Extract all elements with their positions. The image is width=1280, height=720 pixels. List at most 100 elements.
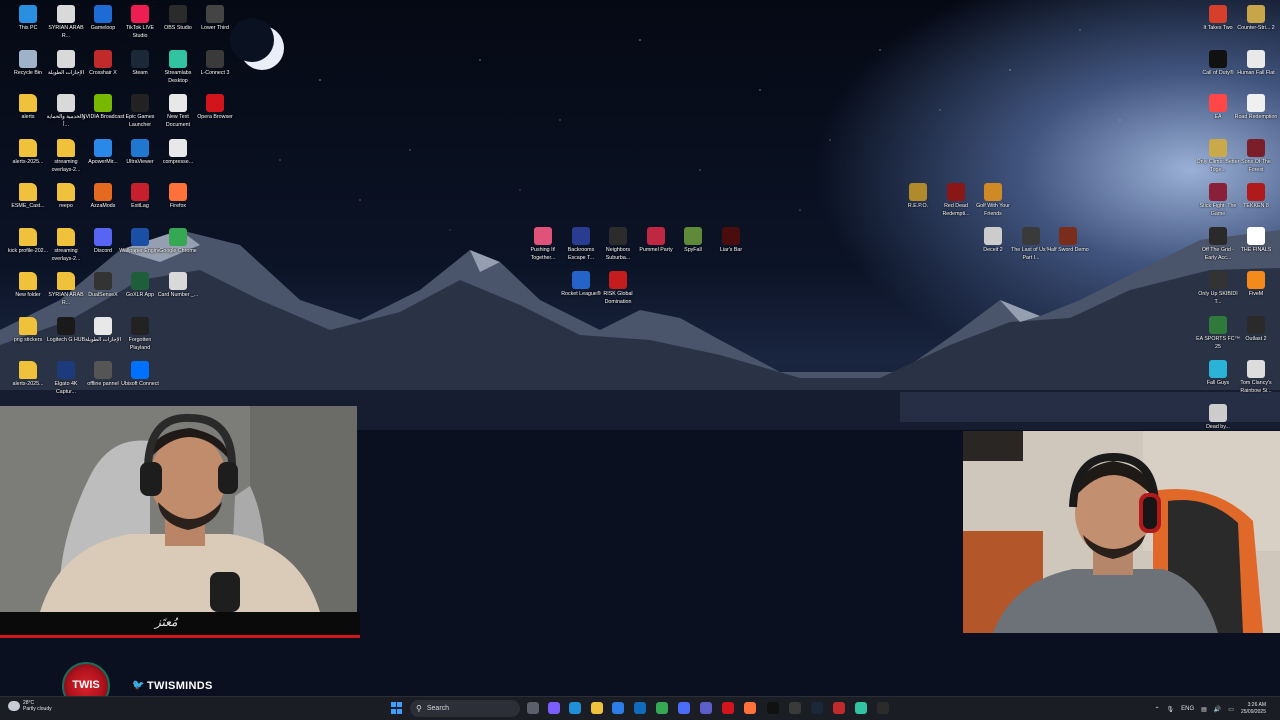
steam-icon[interactable] — [811, 702, 823, 714]
desktop-icon[interactable]: Opera Browser — [195, 94, 235, 122]
crosshair-icon[interactable] — [833, 702, 845, 714]
desktop-icon[interactable]: OBS Studio — [158, 5, 198, 33]
desktop-icon[interactable]: Forgotten Playland — [120, 317, 160, 352]
clock[interactable]: 3:26 AM 25/09/2025 — [1241, 702, 1266, 716]
desktop-icon[interactable]: Steam — [120, 50, 160, 78]
desktop-icon[interactable]: It Takes Two — [1198, 5, 1238, 33]
desktop-icon[interactable]: Red Dead Redempti... — [936, 183, 976, 218]
desktop-icon[interactable]: Outlast 2 — [1236, 316, 1276, 344]
capcut-icon[interactable] — [767, 702, 779, 714]
desktop-icon[interactable]: FiveM — [1236, 271, 1276, 299]
desktop-icon[interactable]: Neighbors Suburba... — [598, 227, 638, 262]
desktop-icon[interactable]: Lower Third — [195, 5, 235, 33]
desktop-icon[interactable]: Human Fall Flat — [1236, 50, 1276, 78]
desktop-icon[interactable]: الإجازات الطويلة — [83, 317, 123, 345]
obs-icon[interactable] — [877, 702, 889, 714]
taskbar-search[interactable]: ⚲ Search — [410, 700, 520, 717]
desktop-icon[interactable]: SYRIAN ARAB R... — [46, 272, 86, 307]
desktop-icon[interactable]: alerts-2025... — [8, 361, 48, 389]
desktop-icon[interactable]: TEKKEN 8 — [1236, 183, 1276, 211]
weather-widget[interactable]: 28°C Partly cloudy — [8, 700, 52, 712]
desktop-icon[interactable]: NVIDIA Broadcast — [82, 94, 124, 122]
desktop-icon[interactable]: New folder — [8, 272, 48, 300]
explorer-icon[interactable] — [591, 702, 603, 714]
desktop-icon[interactable]: This PC — [8, 5, 48, 33]
desktop-icon[interactable]: Sons Of The Forest — [1236, 139, 1276, 174]
battery-icon[interactable]: ▭ — [1228, 706, 1234, 713]
teams-icon[interactable] — [700, 702, 712, 714]
streamlabs-icon[interactable] — [855, 702, 867, 714]
microphone-icon[interactable]: 🎙 — [1167, 706, 1175, 713]
desktop-icon[interactable]: Tom Clancy's Rainbow Si... — [1236, 360, 1276, 395]
desktop-icon[interactable]: Epic Games Launcher — [120, 94, 160, 129]
tray-overflow-chevron-icon[interactable]: ⌃ — [1154, 706, 1159, 713]
desktop-icon[interactable]: streaming overlays-2... — [46, 139, 86, 174]
taskview-icon[interactable] — [527, 702, 539, 714]
desktop-icon[interactable]: streaming overlays-2... — [46, 228, 86, 263]
desktop-icon[interactable]: Call of Duty® — [1198, 50, 1238, 78]
network-icon[interactable]: ▤ — [1201, 706, 1207, 713]
desktop-icon[interactable]: New Text Document — [158, 94, 198, 129]
desktop-icon[interactable]: alerts — [8, 94, 48, 122]
desktop-icon[interactable]: Discord — [83, 228, 123, 256]
desktop-icon[interactable]: Pummel Party — [636, 227, 676, 255]
desktop-icon[interactable]: Only Climb: Better Toge... — [1197, 139, 1239, 174]
desktop-icon[interactable]: AzzaMods — [83, 183, 123, 211]
desktop-icon[interactable]: TikTok LIVE Studio — [120, 5, 160, 40]
desktop-icon[interactable]: Elgato 4K Captur... — [46, 361, 86, 396]
store-icon[interactable] — [612, 702, 624, 714]
start-button[interactable] — [391, 702, 403, 714]
desktop-icon[interactable]: kick profile-202... — [8, 228, 48, 256]
desktop-icon[interactable]: EA — [1198, 94, 1238, 122]
desktop-icon[interactable]: Deceit 2 — [973, 227, 1013, 255]
desktop-icon[interactable]: Golf With Your Friends — [973, 183, 1013, 218]
copilot-icon[interactable] — [548, 702, 560, 714]
desktop-icon[interactable]: Card Number _... — [158, 272, 198, 300]
desktop-icon[interactable]: Dead by... — [1198, 404, 1238, 432]
desktop-icon[interactable]: L-Connect 3 — [195, 50, 235, 78]
desktop-icon[interactable]: Road Redemption — [1235, 94, 1277, 122]
desktop-icon[interactable]: الإجازات الطويلة — [46, 50, 86, 78]
desktop-icon[interactable]: EA SPORTS FC™ 25 — [1196, 316, 1240, 351]
desktop-icon[interactable]: Liar's Bar — [711, 227, 751, 255]
desktop-icon[interactable]: ApowerMir... — [83, 139, 123, 167]
phone-link-icon[interactable] — [678, 702, 690, 714]
desktop-icon[interactable]: Firefox — [158, 183, 198, 211]
desktop-icon[interactable]: DualSenseX — [83, 272, 123, 300]
desktop-icon[interactable]: The Last of Us™ Part I... — [1011, 227, 1051, 262]
desktop-icon[interactable]: Wallpaper Engine — [119, 228, 161, 256]
outlook-icon[interactable] — [634, 702, 646, 714]
desktop-icon[interactable]: Counter-Stri... 2 — [1236, 5, 1276, 33]
desktop-icon[interactable]: Backrooms Escape T... — [561, 227, 601, 262]
desktop-icon[interactable]: Gameloop — [83, 5, 123, 33]
desktop-icon[interactable]: RISK Global Domination — [598, 271, 638, 306]
desktop-icon[interactable]: Stick Fight: The Game — [1198, 183, 1238, 218]
volume-icon[interactable]: 🔊 — [1214, 706, 1221, 713]
desktop-icon[interactable]: والخدمية والحماية أ... — [46, 94, 86, 129]
xbox-icon[interactable] — [789, 702, 801, 714]
desktop-icon[interactable]: alerts-2025... — [8, 139, 48, 167]
desktop-icon[interactable]: Streamlabs Desktop — [158, 50, 198, 85]
desktop-icon[interactable]: ExitLag — [120, 183, 160, 211]
desktop-icon[interactable]: GoXLR App — [120, 272, 160, 300]
desktop-icon[interactable]: THE FINALS — [1236, 227, 1276, 255]
firefox-icon[interactable] — [744, 702, 756, 714]
desktop-icon[interactable]: Logitech G HUB — [46, 317, 86, 345]
desktop-icon[interactable]: offline pannel — [83, 361, 123, 389]
desktop-icon[interactable]: ESME_Cast... — [8, 183, 48, 211]
desktop-icon[interactable]: Half Sword Demo — [1047, 227, 1089, 255]
desktop-icon[interactable]: Only Up SKIBIDI T... — [1198, 271, 1238, 306]
desktop-icon[interactable]: Rocket League® — [561, 271, 601, 299]
desktop-icon[interactable]: compresse... — [158, 139, 198, 167]
desktop-icon[interactable]: png stickers — [8, 317, 48, 345]
desktop-icon[interactable]: SYRIAN ARAB R... — [46, 5, 86, 40]
desktop-icon[interactable]: SpyFall — [673, 227, 713, 255]
desktop-icon[interactable]: Off The Grid - Early Acc... — [1198, 227, 1238, 262]
desktop-icon[interactable]: Google Chrome — [158, 228, 198, 256]
desktop-icon[interactable]: reepo — [46, 183, 86, 211]
desktop-icon[interactable]: UltraViewer — [120, 139, 160, 167]
edge-icon[interactable] — [569, 702, 581, 714]
opera-icon[interactable] — [722, 702, 734, 714]
desktop-icon[interactable]: Recycle Bin — [8, 50, 48, 78]
desktop-icon[interactable]: Pushing It! Together... — [523, 227, 563, 262]
